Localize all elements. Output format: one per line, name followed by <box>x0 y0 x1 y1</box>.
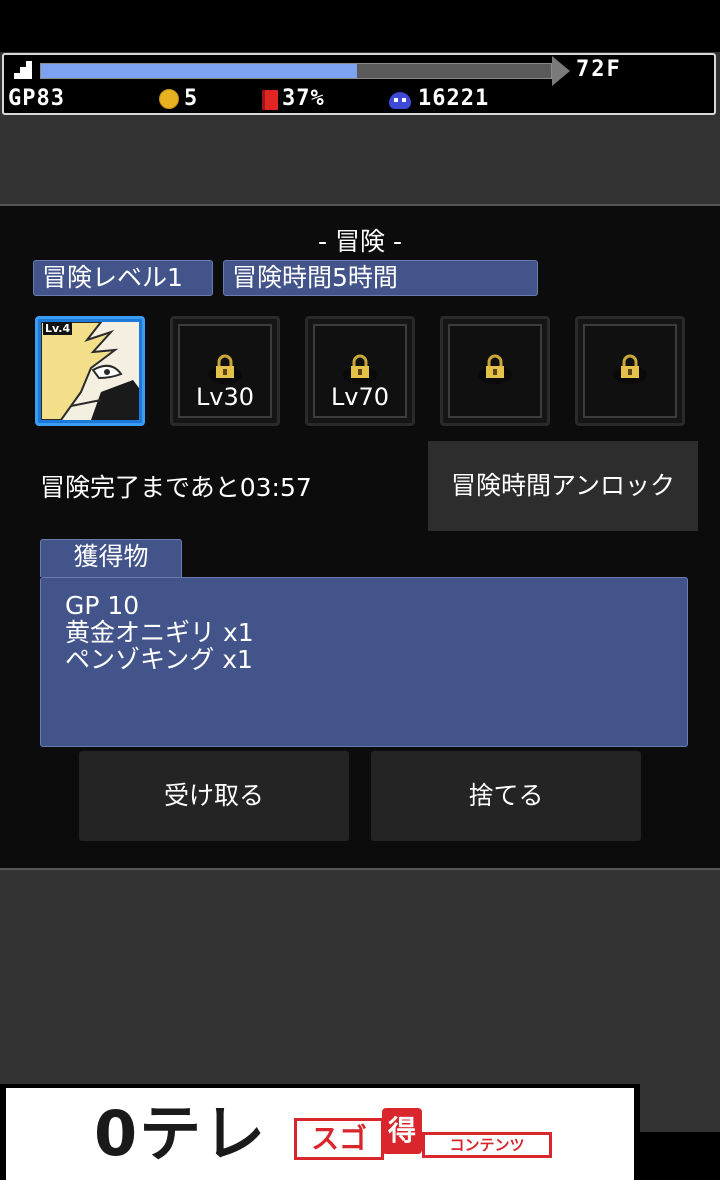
adventure-level-label: 冒険レベル1 <box>33 260 213 296</box>
ad-badge-contents: コンテンツ <box>422 1132 552 1158</box>
party-slot-2[interactable]: Lv30 <box>170 316 280 426</box>
loot-item: ペンゾキング x1 <box>65 645 253 674</box>
lock-icon <box>343 354 377 384</box>
lock-icon <box>208 354 242 384</box>
ad-side-filler <box>640 1132 720 1180</box>
stairs-icon <box>12 61 32 79</box>
loot-item: 黄金オニギリ x1 <box>65 618 254 647</box>
party-slot-1[interactable]: Lv.4 <box>35 316 145 426</box>
floor-progress-bar <box>40 63 552 79</box>
soul-icon <box>389 92 411 109</box>
adventure-time-label: 冒険時間5時間 <box>223 260 538 296</box>
loot-list: GP 10 黄金オニギリ x1 ペンゾキング x1 <box>40 577 688 747</box>
party-slot-3[interactable]: Lv70 <box>305 316 415 426</box>
loot-item: GP 10 <box>65 591 140 620</box>
character-portrait: Lv.4 <box>41 322 139 420</box>
character-avatar <box>41 322 139 420</box>
loot-tab: 獲得物 <box>40 539 182 577</box>
status-bar: 72F GP83 5 37% 16221 <box>2 53 716 115</box>
slot-level-badge: Lv.4 <box>43 322 73 335</box>
soul-counter: 16221 <box>418 86 490 111</box>
top-black-bar <box>0 0 720 52</box>
lock-icon <box>613 354 647 384</box>
floor-indicator: 72F <box>576 57 622 82</box>
ad-badge-toku: 得 <box>382 1108 422 1154</box>
ad-logo: 0テレ <box>94 1097 268 1170</box>
coin-icon <box>159 89 179 109</box>
discard-button[interactable]: 捨てる <box>371 751 641 841</box>
receive-button[interactable]: 受け取る <box>79 751 349 841</box>
unlock-time-button[interactable]: 冒険時間アンロック <box>428 441 698 531</box>
party-slot-5[interactable] <box>575 316 685 426</box>
gp-counter: GP83 <box>8 86 65 111</box>
book-percent: 37% <box>282 86 325 111</box>
slot-unlock-level: Lv70 <box>330 383 390 411</box>
time-remaining: 冒険完了まであと03:57 <box>40 473 312 502</box>
floor-progress-fill <box>41 64 358 78</box>
ad-banner[interactable]: 0テレ スゴ 得 コンテンツ <box>0 1084 640 1180</box>
coin-counter: 5 <box>184 86 199 111</box>
ad-badge-sugo: スゴ <box>294 1118 384 1160</box>
slot-unlock-level: Lv30 <box>195 383 255 411</box>
panel-title: - 冒険 - <box>318 227 402 256</box>
ad-content[interactable]: 0テレ スゴ 得 コンテンツ <box>6 1088 634 1180</box>
book-icon <box>262 90 278 110</box>
progress-arrow-icon <box>552 56 570 86</box>
party-slot-4[interactable] <box>440 316 550 426</box>
lock-icon <box>478 354 512 384</box>
adventure-panel: - 冒険 - 冒険レベル1 冒険時間5時間 Lv.4 Lv30 Lv70 冒険完… <box>0 204 720 870</box>
